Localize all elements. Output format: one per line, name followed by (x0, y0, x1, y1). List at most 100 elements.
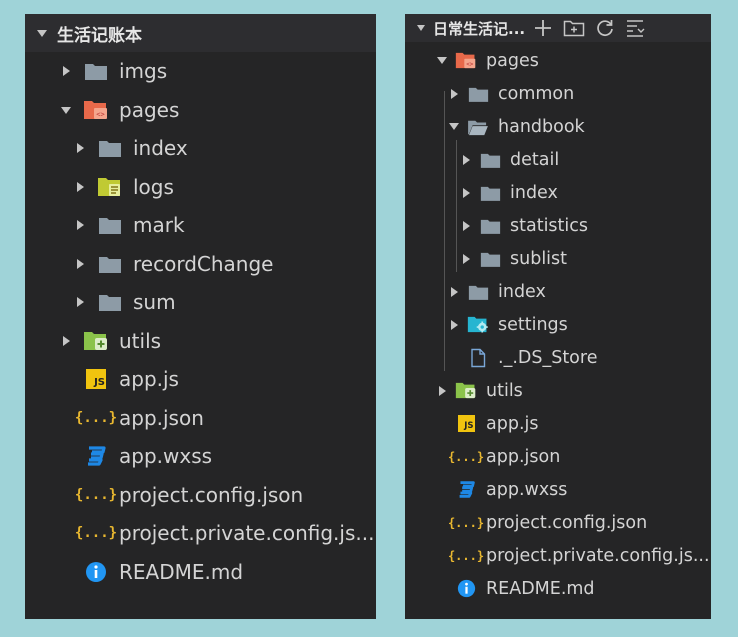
tree-item-label: app.wxss (486, 479, 568, 500)
expand-arrow-icon[interactable] (76, 259, 84, 269)
svg-text:<>: <> (96, 111, 104, 119)
file-icon (467, 348, 489, 368)
tree-item-label: app.js (119, 367, 179, 391)
tree-item-logs[interactable]: logs (25, 168, 376, 206)
expand-arrow-icon[interactable] (462, 154, 470, 165)
tree-item-label: index (498, 281, 546, 302)
expand-arrow-icon[interactable] (76, 143, 84, 153)
expand-arrow-icon[interactable] (450, 319, 458, 330)
tree-item-index[interactable]: index (25, 129, 376, 167)
tree-item-label: index (133, 136, 188, 160)
tree-item-label: common (498, 83, 575, 104)
expand-arrow-icon[interactable] (438, 385, 446, 396)
folder-icon (467, 283, 489, 301)
json-file-icon: {...} (74, 487, 118, 503)
expand-arrow-icon[interactable] (76, 297, 84, 307)
tree-item-label: sublist (510, 248, 568, 269)
expand-arrow-icon[interactable] (62, 66, 70, 76)
tree-item-sum[interactable]: sum (25, 283, 376, 321)
info-icon (455, 579, 477, 598)
tree-item-handbook[interactable]: handbook (405, 110, 711, 143)
settings-folder-icon (467, 315, 489, 334)
project-title: 生活记账本 (57, 25, 142, 46)
expand-arrow-icon[interactable] (462, 187, 470, 198)
tree-item-label: recordChange (133, 252, 274, 276)
expand-arrow-icon[interactable] (462, 253, 470, 264)
tree-item-sublist[interactable]: sublist (405, 242, 711, 275)
tree-item-readme[interactable]: README.md (25, 553, 376, 591)
utils-folder-icon (83, 330, 109, 352)
tree-item-app-js[interactable]: JS app.js (25, 360, 376, 398)
pages-folder-icon: <> (83, 99, 109, 121)
new-folder-icon[interactable] (563, 18, 585, 38)
tree-item-index[interactable]: index (405, 176, 711, 209)
tree-item-pages[interactable]: <> pages (405, 44, 711, 77)
collapse-arrow-icon[interactable] (61, 106, 71, 114)
folder-icon (97, 292, 123, 312)
tree-item-readme[interactable]: README.md (405, 572, 711, 605)
folder-icon (83, 61, 109, 81)
tree-item-ds-store[interactable]: ._.DS_Store (405, 341, 711, 374)
tree-item-common[interactable]: common (405, 77, 711, 110)
tree-item-utils[interactable]: utils (25, 322, 376, 360)
collapse-all-icon[interactable] (625, 18, 645, 38)
tree-item-label: settings (498, 314, 568, 335)
tree-item-project-config-json[interactable]: {...} project.config.json (405, 506, 711, 539)
css-file-icon (455, 480, 477, 499)
folder-icon (479, 217, 501, 235)
tree-item-label: app.wxss (119, 444, 213, 468)
refresh-icon[interactable] (595, 18, 615, 38)
tree-item-label: ._.DS_Store (498, 347, 598, 368)
tree-item-label: utils (119, 329, 162, 353)
tree-item-imgs[interactable]: imgs (25, 52, 376, 90)
tree-item-project-private-config[interactable]: {...} project.private.config.js... (405, 539, 711, 572)
collapse-arrow-icon[interactable] (449, 123, 459, 130)
info-icon (83, 561, 109, 583)
tree-item-mark[interactable]: mark (25, 206, 376, 244)
explorer-header[interactable]: 日常生活记... (405, 14, 711, 42)
json-file-icon: {...} (74, 525, 118, 541)
tree-item-app-json[interactable]: {...} app.json (25, 399, 376, 437)
json-file-icon: {...} (447, 548, 485, 563)
tree-item-detail[interactable]: detail (405, 143, 711, 176)
tree-item-app-wxss[interactable]: app.wxss (25, 437, 376, 475)
expand-arrow-icon[interactable] (450, 286, 458, 297)
tree-item-settings[interactable]: settings (405, 308, 711, 341)
tree-item-recordchange[interactable]: recordChange (25, 245, 376, 283)
folder-icon (479, 151, 501, 169)
tree-item-index-2[interactable]: index (405, 275, 711, 308)
collapse-caret-icon[interactable] (37, 29, 47, 37)
tree-item-project-config-json[interactable]: {...} project.config.json (25, 476, 376, 514)
css-file-icon (83, 445, 109, 467)
expand-arrow-icon[interactable] (76, 220, 84, 230)
folder-icon (97, 254, 123, 274)
explorer-header[interactable]: 生活记账本 (25, 14, 376, 52)
tree-item-project-private-config[interactable]: {...} project.private.config.js... (25, 514, 376, 552)
tree-item-label: logs (133, 175, 174, 199)
tree-item-label: imgs (119, 59, 168, 83)
tree-item-label: project.config.json (119, 483, 304, 507)
expand-arrow-icon[interactable] (462, 220, 470, 231)
new-file-icon[interactable] (533, 18, 553, 38)
folder-icon (479, 250, 501, 268)
collapse-arrow-icon[interactable] (437, 57, 447, 64)
tree-item-label: statistics (510, 215, 589, 236)
json-file-icon: {...} (447, 449, 485, 464)
tree-item-utils[interactable]: utils (405, 374, 711, 407)
tree-item-pages[interactable]: <> pages (25, 91, 376, 129)
expand-arrow-icon[interactable] (450, 88, 458, 99)
expand-arrow-icon[interactable] (62, 336, 70, 346)
folder-open-icon (467, 118, 489, 136)
expand-arrow-icon[interactable] (76, 182, 84, 192)
folder-icon (97, 215, 123, 235)
tree-item-statistics[interactable]: statistics (405, 209, 711, 242)
collapse-caret-icon[interactable] (417, 25, 425, 31)
tree-item-app-wxss[interactable]: app.wxss (405, 473, 711, 506)
json-file-icon: {...} (447, 515, 485, 530)
tree-item-label: project.private.config.js... (486, 545, 710, 566)
json-file-icon: {...} (74, 410, 118, 426)
tree-item-app-js[interactable]: JS app.js (405, 407, 711, 440)
utils-folder-icon (455, 381, 477, 400)
js-file-icon: JS (455, 415, 477, 432)
tree-item-app-json[interactable]: {...} app.json (405, 440, 711, 473)
